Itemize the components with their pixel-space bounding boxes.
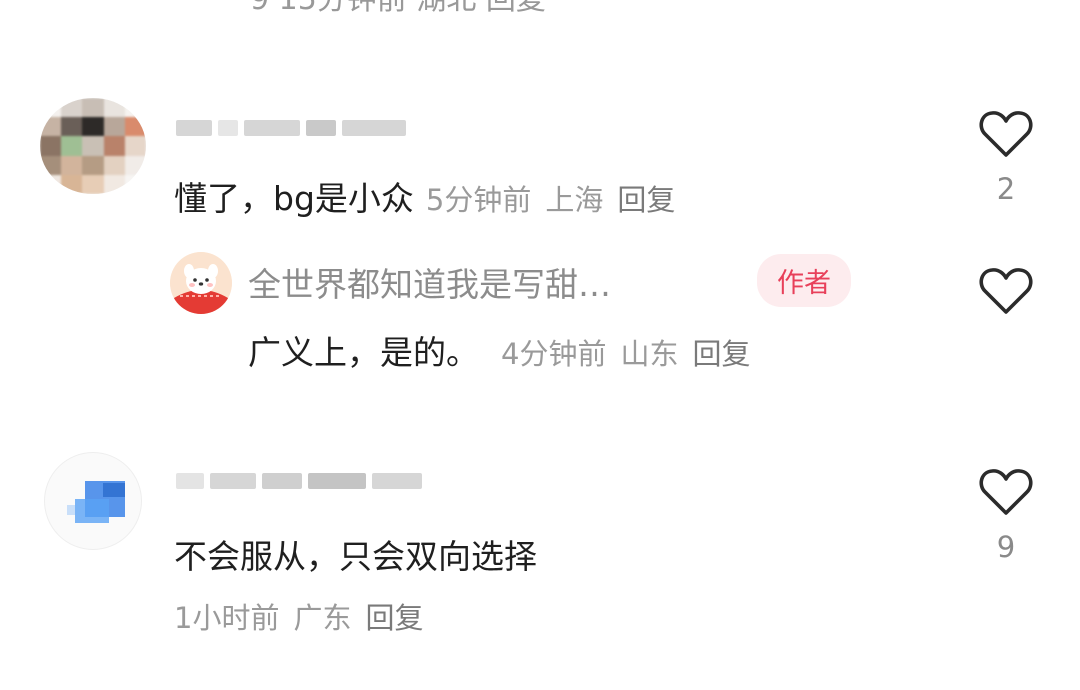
like-button[interactable]: 2	[978, 110, 1034, 206]
comment-list: 9 15分钟前 湖北 回复 懂了，bg是小众 5分钟前上海回复 2	[0, 0, 1080, 690]
reply-username[interactable]: 全世界都知道我是写甜…	[248, 258, 611, 306]
avatar-image	[40, 98, 146, 194]
avatar[interactable]	[40, 98, 146, 194]
comment-location: 上海	[545, 183, 604, 217]
comment-text: 不会服从，只会双向选择	[174, 537, 537, 576]
comment-time: 5分钟前	[425, 183, 532, 217]
reply-button[interactable]: 回复	[692, 337, 750, 371]
like-count: 9	[996, 530, 1016, 564]
heart-outline-icon	[979, 111, 1033, 157]
avatar[interactable]	[44, 452, 142, 550]
reply-meta: 4分钟前 山东 回复	[501, 331, 764, 373]
reply-time: 4分钟前	[501, 337, 607, 371]
author-avatar[interactable]	[170, 252, 232, 314]
reply-location: 山东	[620, 337, 679, 371]
comment-location: 广东	[293, 601, 352, 635]
comment-text: 懂了，bg是小众	[174, 179, 414, 218]
comment-meta: 5分钟前 上海 回复	[426, 177, 689, 219]
heart-outline-icon	[979, 469, 1033, 515]
reply-button[interactable]: 回复	[365, 601, 423, 635]
avatar-image	[67, 481, 125, 523]
like-button[interactable]: 9	[978, 468, 1034, 564]
heart-outline-icon	[979, 268, 1033, 314]
username-blurred[interactable]	[176, 472, 422, 490]
comment-time: 1小时前	[174, 601, 280, 635]
reply-button[interactable]: 回复	[617, 183, 675, 217]
comment-row: 懂了，bg是小众 5分钟前 上海 回复	[174, 172, 689, 220]
comment-meta: 1小时前 广东 回复	[174, 595, 437, 637]
author-badge: 作者	[757, 254, 851, 307]
dog-avatar-icon	[170, 252, 232, 314]
reply-row: 广义上，是的。 4分钟前 山东 回复	[248, 326, 764, 374]
previous-comment-meta: 9 15分钟前 湖北 回复	[250, 0, 546, 18]
like-button[interactable]	[978, 267, 1034, 315]
username-blurred[interactable]	[176, 119, 406, 137]
reply-text: 广义上，是的。	[248, 333, 479, 372]
like-count: 2	[996, 172, 1016, 206]
